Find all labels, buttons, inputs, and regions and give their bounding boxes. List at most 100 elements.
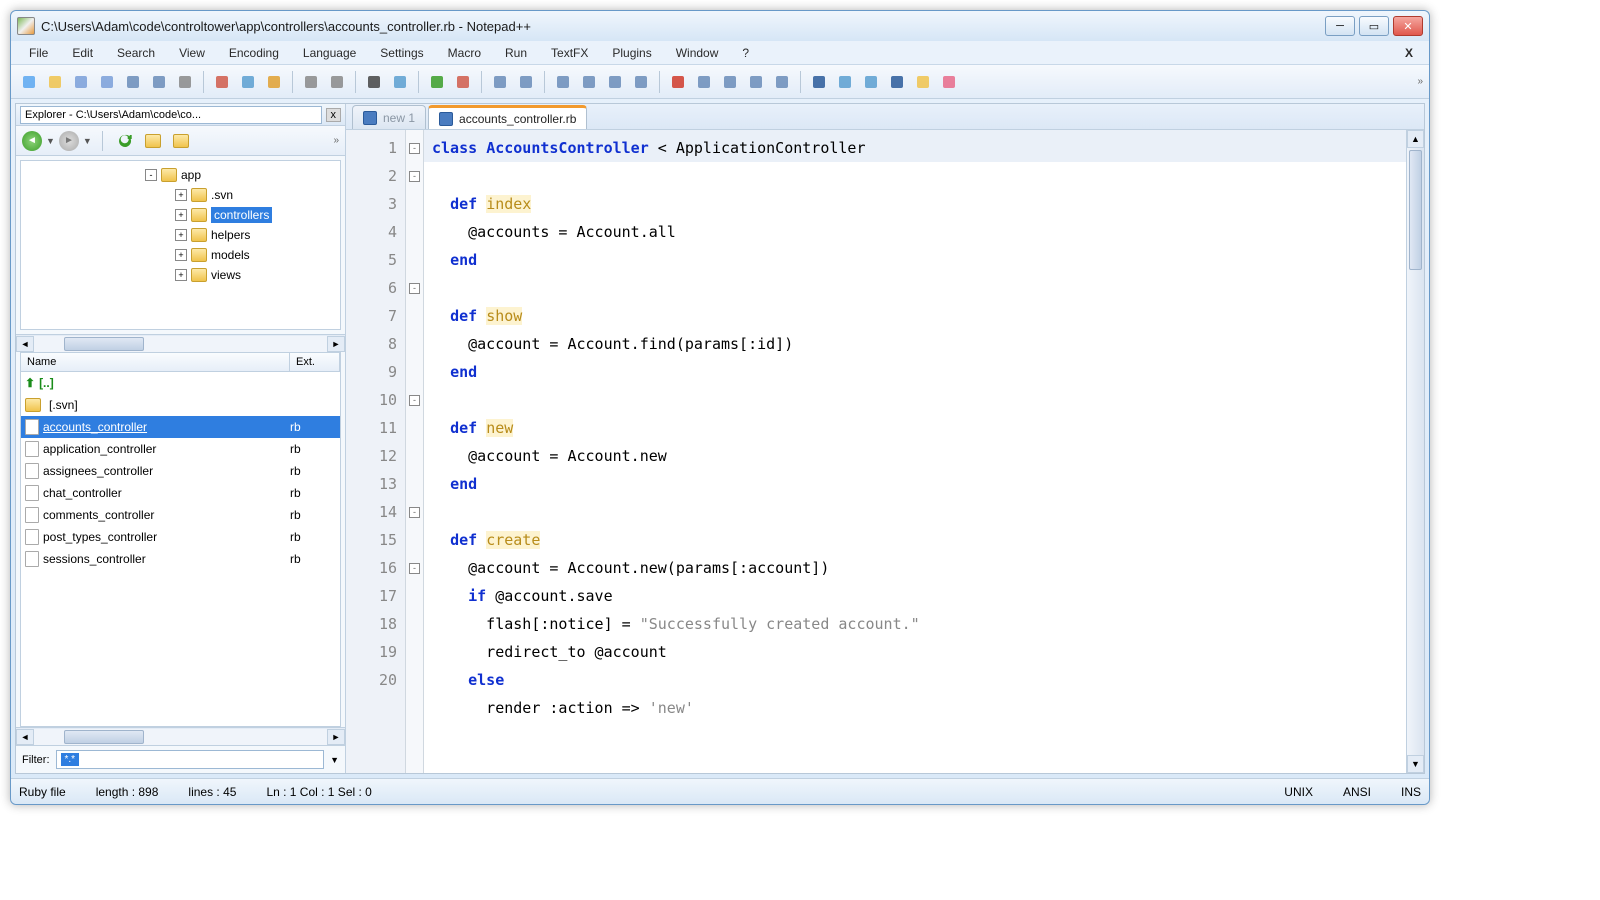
menu-view[interactable]: View [169, 44, 215, 62]
tree-toggle-icon[interactable]: + [175, 189, 187, 201]
tree-item-views[interactable]: +views [25, 265, 336, 285]
menu-edit[interactable]: Edit [62, 44, 103, 62]
filter-drop-icon[interactable]: ▼ [330, 755, 339, 765]
redo-icon[interactable] [325, 70, 349, 94]
col-name[interactable]: Name [21, 353, 290, 371]
menu-encoding[interactable]: Encoding [219, 44, 289, 62]
open-file-icon[interactable] [43, 70, 67, 94]
sync-v-icon[interactable] [488, 70, 512, 94]
play-icon[interactable] [718, 70, 742, 94]
menu-?[interactable]: ? [732, 44, 759, 62]
file-list[interactable]: ⬆[..][.svn]accounts_controllerrbapplicat… [20, 372, 341, 727]
nav-fwd-drop-icon[interactable]: ▼ [83, 136, 92, 146]
tree-item-helpers[interactable]: +helpers [25, 225, 336, 245]
highlight-icon[interactable] [911, 70, 935, 94]
folder-as-icon[interactable] [629, 70, 653, 94]
undo-icon[interactable] [299, 70, 323, 94]
zoom-in-icon[interactable] [425, 70, 449, 94]
menu-search[interactable]: Search [107, 44, 165, 62]
explorer-toolbar-overflow-icon[interactable]: » [333, 135, 339, 146]
scroll-thumb[interactable] [1409, 150, 1422, 270]
filter-input[interactable]: *.* [56, 750, 325, 769]
close-all-icon[interactable] [147, 70, 171, 94]
sync-h-icon[interactable] [514, 70, 538, 94]
file-row[interactable]: accounts_controllerrb [21, 416, 340, 438]
menu-macro[interactable]: Macro [438, 44, 491, 62]
tree-toggle-icon[interactable]: + [175, 209, 187, 221]
scroll-up-icon[interactable]: ▲ [1407, 130, 1424, 148]
titlebar[interactable]: C:\Users\Adam\code\controltower\app\cont… [11, 11, 1429, 41]
scroll-down-icon[interactable]: ▼ [1407, 755, 1424, 773]
file-row[interactable]: ⬆[..] [21, 372, 340, 394]
nav-forward-button[interactable]: ► [59, 131, 79, 151]
folder-new-icon[interactable] [141, 129, 165, 153]
fold-toggle-icon[interactable]: - [406, 274, 423, 302]
play-multi-icon[interactable] [744, 70, 768, 94]
file-row[interactable]: sessions_controllerrb [21, 548, 340, 570]
show-all-icon[interactable] [577, 70, 601, 94]
menu-run[interactable]: Run [495, 44, 537, 62]
new-file-icon[interactable] [17, 70, 41, 94]
wrap-icon[interactable] [551, 70, 575, 94]
fold-toggle-icon[interactable]: - [406, 554, 423, 582]
refresh-icon[interactable] [113, 129, 137, 153]
save-icon[interactable] [69, 70, 93, 94]
minimize-button[interactable]: ─ [1325, 16, 1355, 36]
line-gutter[interactable]: 1234567891011121314151617181920 [346, 130, 406, 773]
fold-toggle-icon[interactable]: - [406, 386, 423, 414]
func-end-icon[interactable] [885, 70, 909, 94]
nav-back-drop-icon[interactable]: ▼ [46, 136, 55, 146]
explorer-close-icon[interactable]: x [326, 108, 342, 122]
save-macro-icon[interactable] [770, 70, 794, 94]
indent-guide-icon[interactable] [603, 70, 627, 94]
fold-toggle-icon[interactable]: - [406, 134, 423, 162]
tree-item-.svn[interactable]: +.svn [25, 185, 336, 205]
fold-toggle-icon[interactable]: - [406, 498, 423, 526]
replace-icon[interactable] [388, 70, 412, 94]
stop-icon[interactable] [692, 70, 716, 94]
func-start-icon[interactable] [807, 70, 831, 94]
copy-icon[interactable] [236, 70, 260, 94]
save-all-icon[interactable] [95, 70, 119, 94]
zoom-out-icon[interactable] [451, 70, 475, 94]
print-icon[interactable] [173, 70, 197, 94]
find-icon[interactable] [362, 70, 386, 94]
menu-plugins[interactable]: Plugins [602, 44, 661, 62]
file-list-header[interactable]: Name Ext. [20, 352, 341, 372]
col-ext[interactable]: Ext. [290, 353, 340, 371]
vertical-scrollbar[interactable]: ▲ ▼ [1406, 130, 1424, 773]
cut-icon[interactable] [210, 70, 234, 94]
menu-file[interactable]: File [19, 44, 58, 62]
maximize-button[interactable]: ▭ [1359, 16, 1389, 36]
file-row[interactable]: comments_controllerrb [21, 504, 340, 526]
menu-language[interactable]: Language [293, 44, 366, 62]
explorer-path-input[interactable] [20, 106, 322, 124]
folder-tree[interactable]: -app+.svn+controllers+helpers+models+vie… [20, 160, 341, 330]
up-icon[interactable] [833, 70, 857, 94]
tab-accounts_controller-rb[interactable]: accounts_controller.rb [428, 105, 587, 129]
filelist-scrollbar[interactable]: ◄► [16, 727, 345, 745]
close-button[interactable]: ✕ [1393, 16, 1423, 36]
file-row[interactable]: assignees_controllerrb [21, 460, 340, 482]
tree-toggle-icon[interactable]: + [175, 229, 187, 241]
tree-toggle-icon[interactable]: + [175, 249, 187, 261]
heart-icon[interactable] [937, 70, 961, 94]
menu-window[interactable]: Window [666, 44, 729, 62]
tree-item-app[interactable]: -app [25, 165, 336, 185]
fold-toggle-icon[interactable]: - [406, 162, 423, 190]
fold-column[interactable]: ------ [406, 130, 424, 773]
close-icon[interactable] [121, 70, 145, 94]
file-row[interactable]: application_controllerrb [21, 438, 340, 460]
toolbar-overflow-icon[interactable]: » [1417, 76, 1423, 87]
down-icon[interactable] [859, 70, 883, 94]
paste-icon[interactable] [262, 70, 286, 94]
menu-textfx[interactable]: TextFX [541, 44, 598, 62]
menu-tab-close[interactable]: X [1397, 44, 1421, 62]
code-editor[interactable]: class AccountsController < ApplicationCo… [424, 130, 1406, 773]
nav-back-button[interactable]: ◄ [22, 131, 42, 151]
tree-item-controllers[interactable]: +controllers [25, 205, 336, 225]
record-icon[interactable] [666, 70, 690, 94]
tab-new-1[interactable]: new 1 [352, 105, 426, 129]
folder-open-icon[interactable] [169, 129, 193, 153]
file-row[interactable]: chat_controllerrb [21, 482, 340, 504]
